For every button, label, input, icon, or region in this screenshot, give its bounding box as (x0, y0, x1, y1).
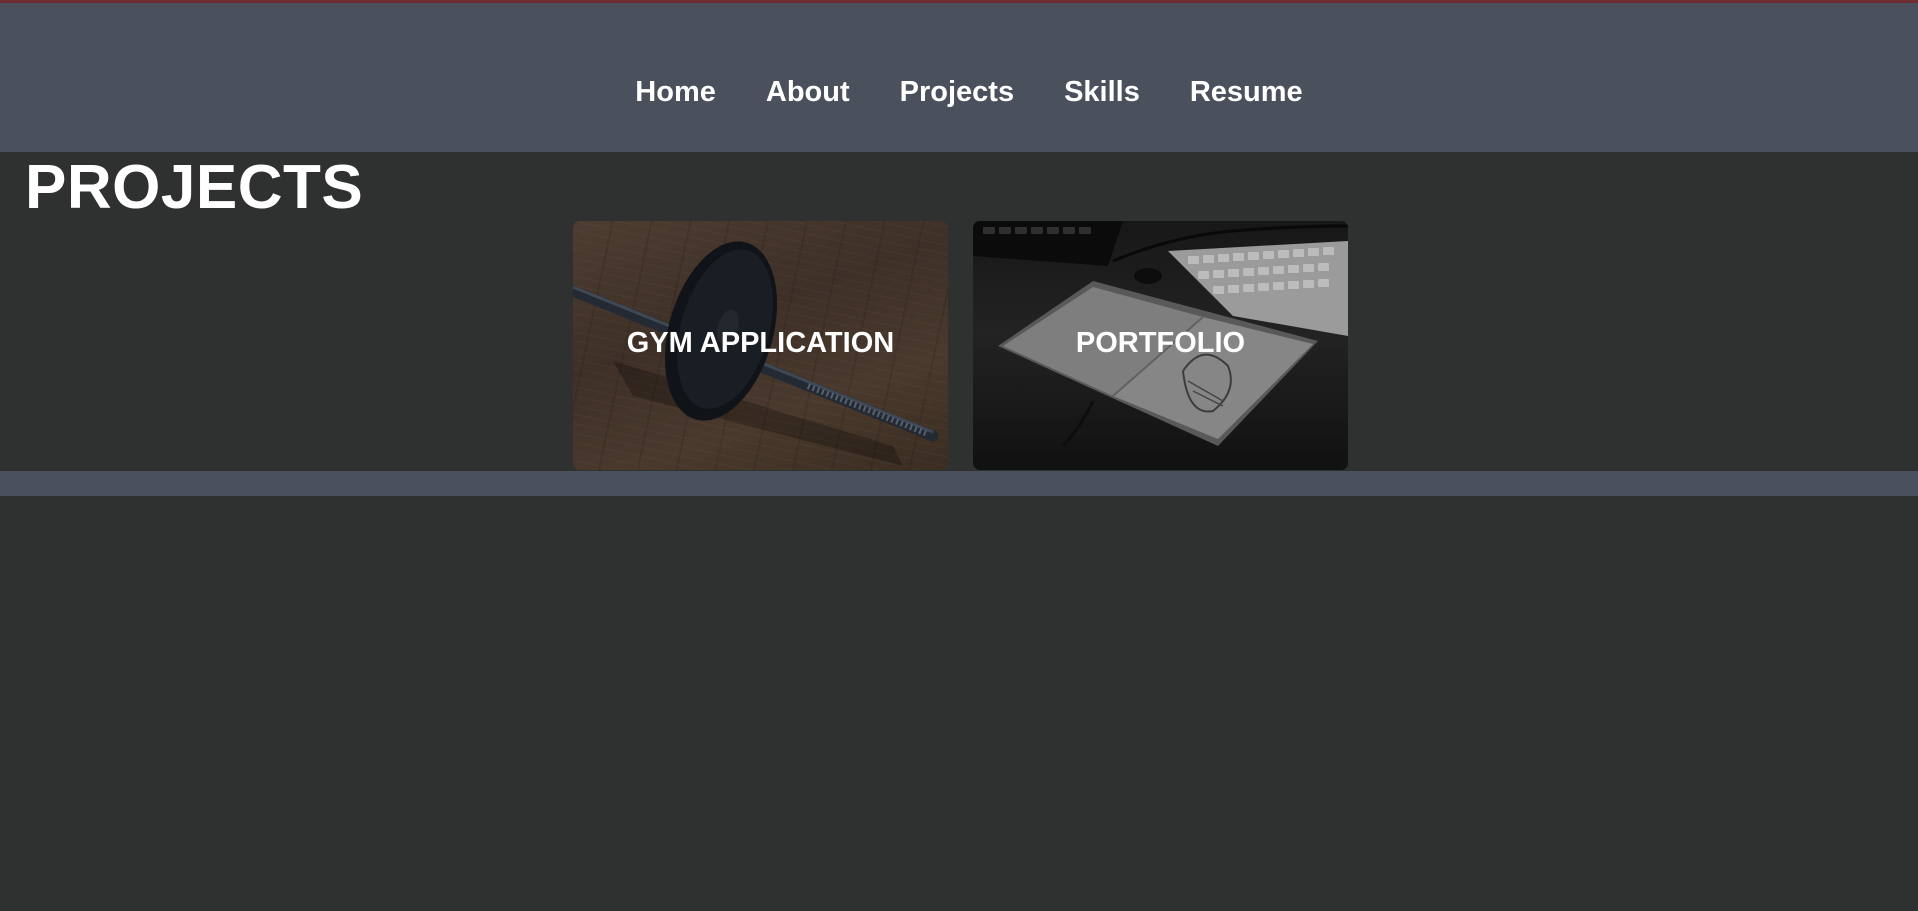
project-card-label: GYM APPLICATION (626, 327, 895, 359)
page-title: PROJECTS (25, 153, 364, 222)
nav-link-skills[interactable]: Skills (1064, 75, 1140, 110)
project-card-gym-application[interactable]: GYM APPLICATION (573, 221, 948, 470)
nav-link-about[interactable]: About (766, 75, 850, 110)
nav-links: Home About Projects Skills Resume (0, 75, 1918, 110)
project-card-portfolio[interactable]: PORTFOLIO (973, 221, 1348, 470)
section-divider-bar (0, 471, 1918, 496)
project-card-label: PORTFOLIO (1075, 327, 1246, 359)
navbar: Home About Projects Skills Resume (0, 3, 1918, 152)
nav-link-resume[interactable]: Resume (1190, 75, 1303, 110)
nav-link-home[interactable]: Home (635, 75, 716, 110)
nav-link-projects[interactable]: Projects (900, 75, 1014, 110)
